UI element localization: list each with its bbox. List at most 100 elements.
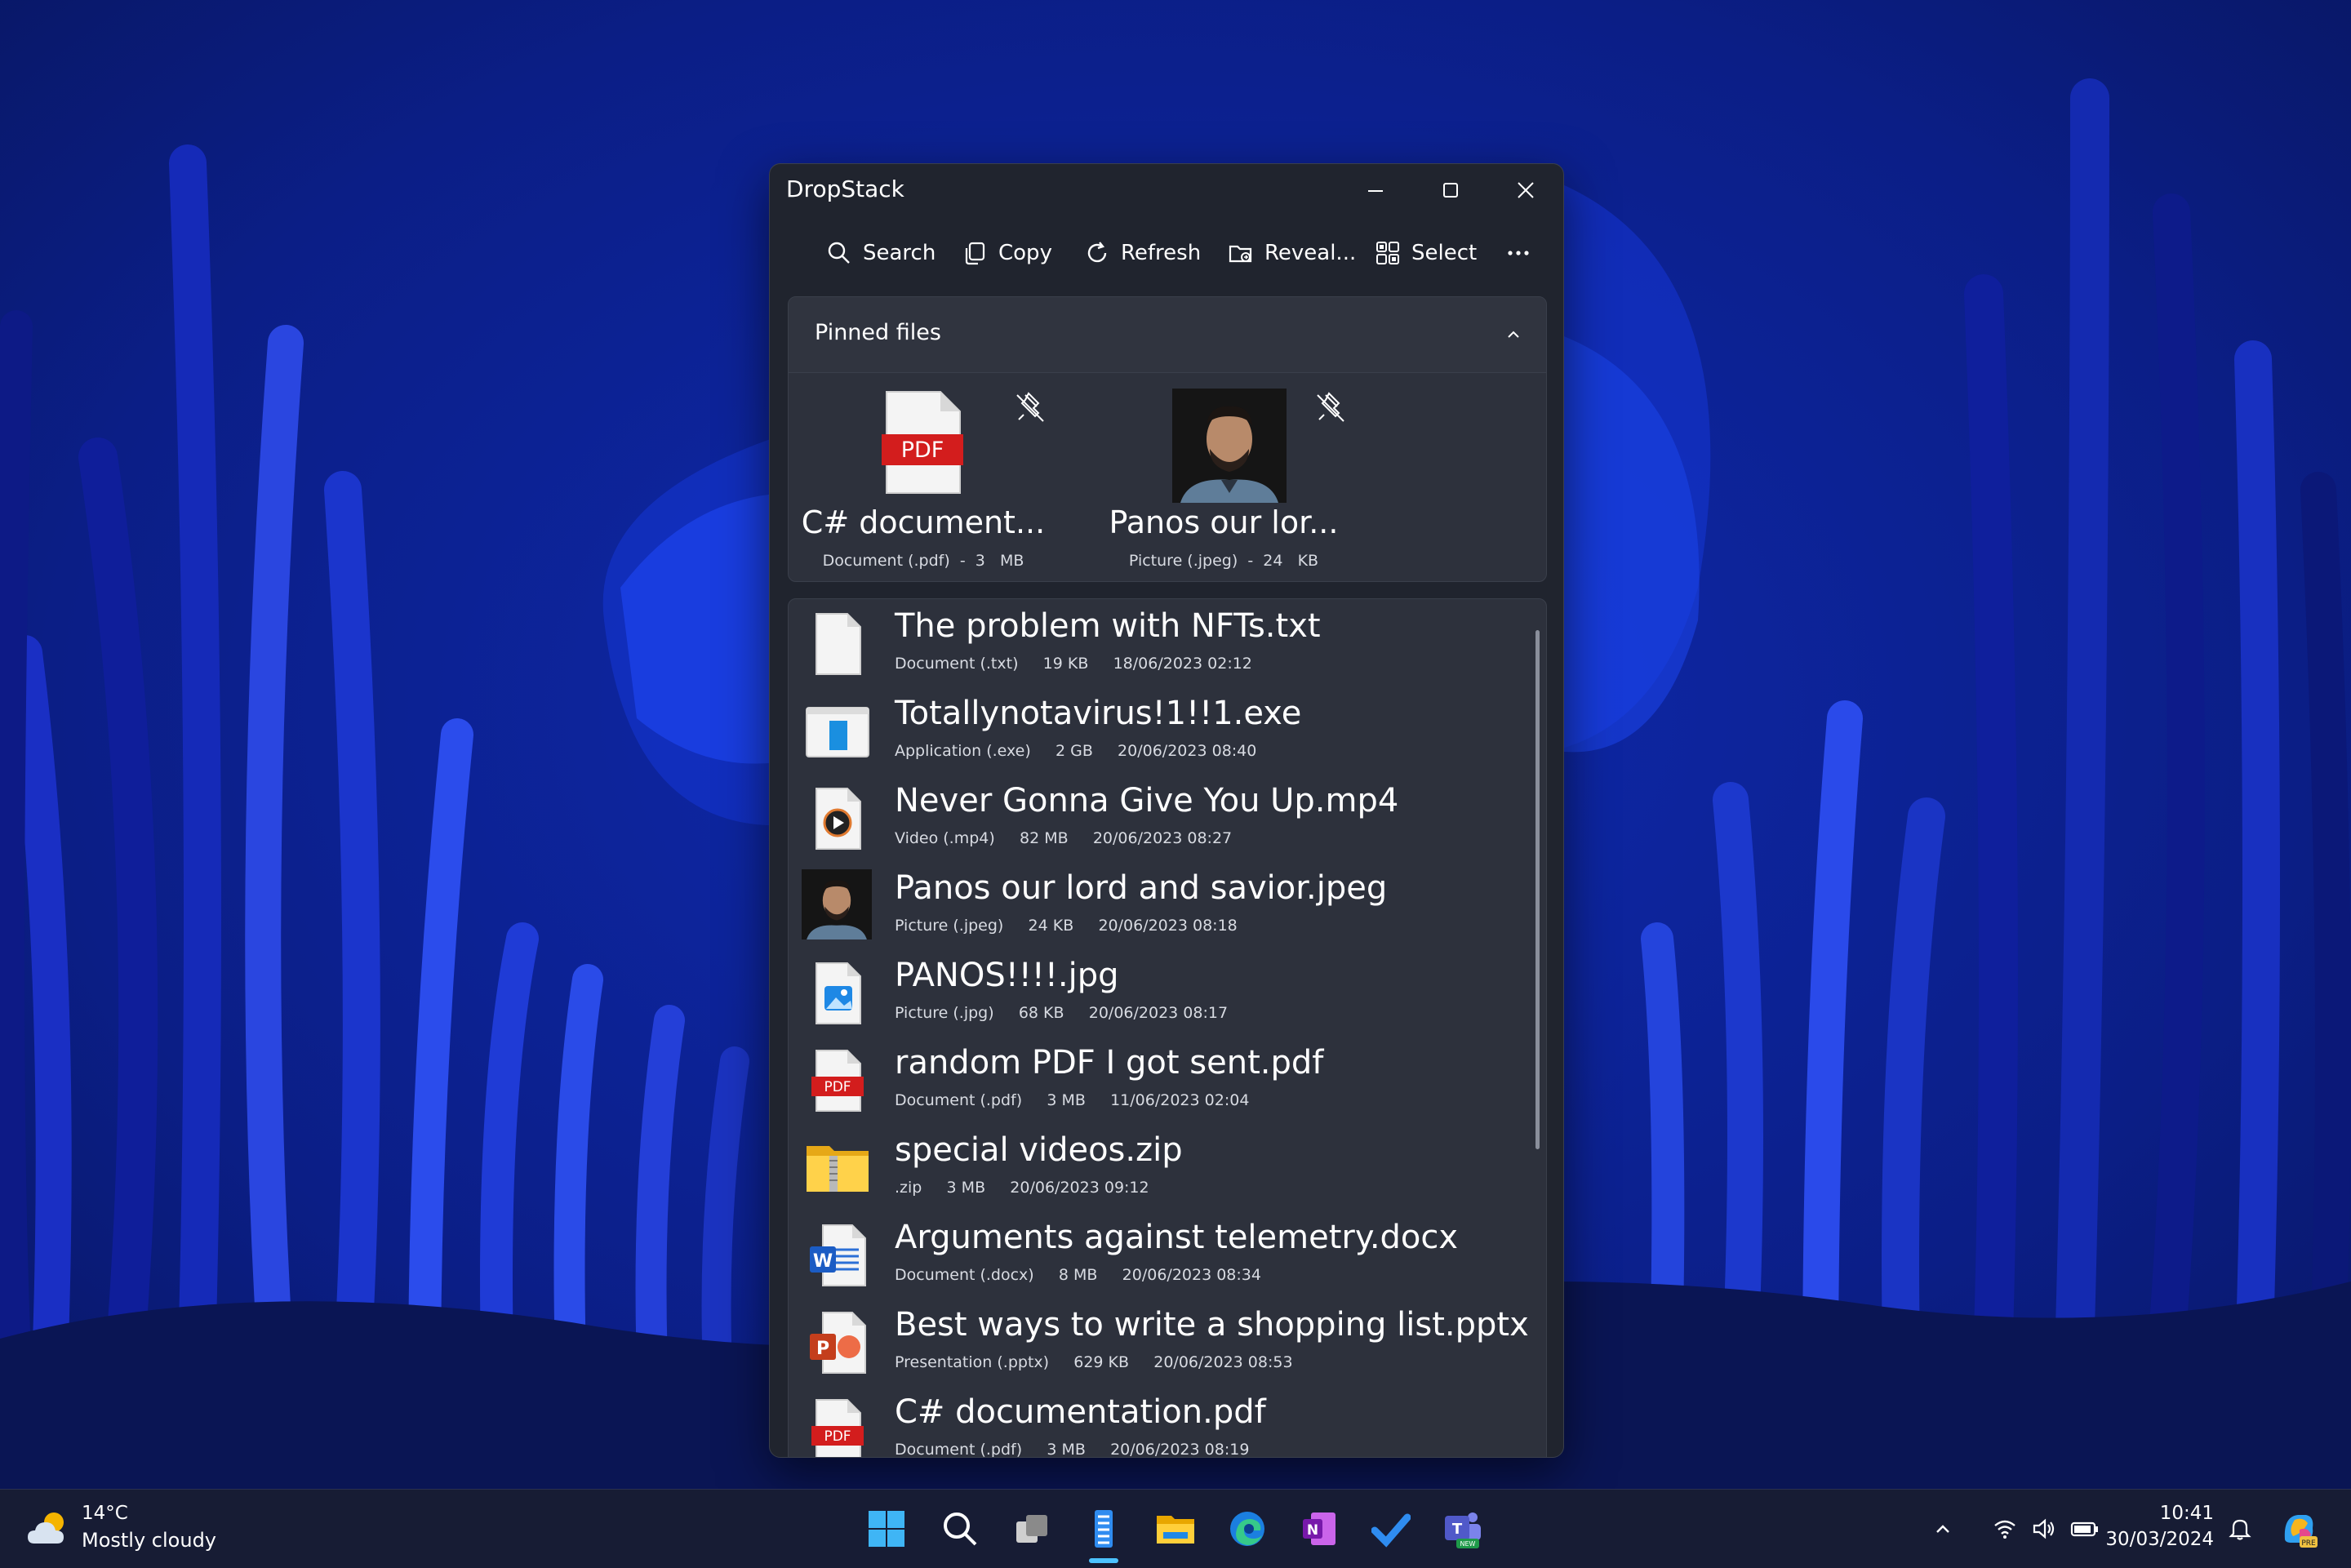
copilot-icon: PRE (2284, 1515, 2318, 1548)
edge-button[interactable] (1221, 1503, 1273, 1555)
copy-label: Copy (998, 241, 1052, 265)
search-button[interactable]: Search (825, 229, 936, 277)
chevron-up-icon (1936, 1525, 1949, 1533)
title-bar[interactable]: DropStack (770, 164, 1563, 216)
search-icon (828, 242, 850, 264)
word-file-icon: W (810, 1224, 866, 1286)
reveal-label: Reveal... (1264, 241, 1357, 265)
edge-icon (1230, 1512, 1264, 1546)
app-title: DropStack (786, 175, 904, 202)
teams-icon: T NEW (1445, 1512, 1481, 1548)
pinned-file-card[interactable]: Panos our lor... Picture (.jpeg) - 24 KB (1089, 382, 1358, 575)
pdf-icon: PDF (882, 391, 963, 494)
svg-text:PDF: PDF (824, 1079, 851, 1095)
bell-icon (2229, 1519, 2251, 1540)
start-button[interactable] (860, 1503, 913, 1555)
weather-temperature: 14°C (82, 1503, 128, 1524)
notifications-button[interactable] (2215, 1503, 2264, 1555)
search-icon (944, 1512, 977, 1546)
pdf-icon: PDF (811, 1399, 864, 1457)
file-meta: Presentation (.pptx) 629 KB 20/06/2023 0… (895, 1353, 1293, 1371)
list-item[interactable]: Never Gonna Give You Up.mp4 Video (.mp4)… (789, 774, 1546, 861)
list-item[interactable]: Totallynotavirus!1!!1.exe Application (.… (789, 686, 1546, 774)
video-file-icon (816, 788, 861, 850)
pinned-files-header[interactable]: Pinned files (789, 297, 1546, 373)
unpin-icon[interactable] (1311, 387, 1352, 428)
todo-button[interactable] (1365, 1503, 1417, 1555)
svg-text:W: W (813, 1251, 833, 1272)
reveal-button[interactable]: Reveal... (1227, 229, 1356, 277)
taskbar-search-button[interactable] (934, 1503, 986, 1555)
file-name: PANOS!!!!.jpg (895, 957, 1119, 994)
list-item[interactable]: PANOS!!!!.jpg Picture (.jpg) 68 KB 20/06… (789, 948, 1546, 1036)
text-file-icon (816, 613, 861, 675)
close-button[interactable] (1488, 164, 1563, 216)
list-item[interactable]: Panos our lord and savior.jpeg Picture (… (789, 861, 1546, 948)
pinned-files-title: Pinned files (815, 320, 941, 345)
scrollbar[interactable] (1535, 630, 1540, 1149)
more-options-button[interactable] (1504, 229, 1532, 277)
files-list[interactable]: The problem with NFTs.txt Document (.txt… (788, 598, 1547, 1458)
task-view-button[interactable] (1006, 1503, 1058, 1555)
copilot-button[interactable]: PRE (2273, 1503, 2325, 1555)
pinned-file-meta: Document (.pdf) - 3 MB (822, 552, 1024, 570)
file-name: special videos.zip (895, 1131, 1183, 1169)
svg-text:P: P (816, 1339, 829, 1359)
toolbar: Search Copy Refresh Reveal... Select (770, 223, 1563, 283)
refresh-label: Refresh (1121, 241, 1202, 265)
file-meta: Document (.pdf) 3 MB 11/06/2023 02:04 (895, 1091, 1250, 1109)
pinned-file-card[interactable]: PDF C# document... Document (.pdf) - 3 M… (789, 382, 1058, 575)
file-meta: Document (.txt) 19 KB 18/06/2023 02:12 (895, 655, 1252, 673)
svg-text:T: T (1452, 1521, 1463, 1538)
active-app-indicator (1089, 1558, 1118, 1563)
file-meta: Document (.pdf) 3 MB 20/06/2023 08:19 (895, 1441, 1250, 1458)
pinned-file-name: C# document... (801, 504, 1046, 540)
clock[interactable]: 10:41 30/03/2024 (2090, 1490, 2220, 1568)
pinned-file-meta: Picture (.jpeg) - 24 KB (1128, 552, 1319, 570)
select-button[interactable]: Select (1374, 229, 1477, 277)
teams-button[interactable]: T NEW (1437, 1503, 1489, 1555)
list-item[interactable]: P Best ways to write a shopping list.ppt… (789, 1298, 1546, 1385)
chevron-up-icon[interactable] (1502, 323, 1525, 346)
list-item[interactable]: The problem with NFTs.txt Document (.txt… (789, 599, 1546, 686)
file-meta: .zip 3 MB 20/06/2023 09:12 (895, 1179, 1149, 1197)
list-item[interactable]: special videos.zip .zip 3 MB 20/06/2023 … (789, 1123, 1546, 1210)
file-name: Totallynotavirus!1!!1.exe (895, 695, 1302, 732)
svg-text:NEW: NEW (1460, 1540, 1476, 1548)
list-item[interactable]: PDF C# documentation.pdf Document (.pdf)… (789, 1385, 1546, 1458)
file-name: The problem with NFTs.txt (895, 607, 1321, 645)
taskbar: 14°C Mostly cloudy N T NEW 10:41 30/03/2… (0, 1489, 2351, 1568)
dropstack-taskbar-button[interactable] (1078, 1503, 1130, 1555)
dropstack-app-icon (1095, 1510, 1113, 1548)
file-name: Arguments against telemetry.docx (895, 1219, 1459, 1256)
unpin-icon[interactable] (1011, 387, 1051, 428)
onenote-button[interactable]: N (1293, 1503, 1345, 1555)
task-view-icon (1016, 1515, 1047, 1543)
weather-widget[interactable]: 14°C Mostly cloudy (0, 1490, 229, 1568)
pinned-files-panel: Pinned files PDF C# document... Document… (788, 296, 1547, 582)
refresh-button[interactable]: Refresh (1083, 229, 1201, 277)
tray-overflow-button[interactable] (1918, 1503, 1967, 1555)
copy-button[interactable]: Copy (961, 229, 1052, 277)
dropstack-window: DropStack Search Copy Refresh Reveal... (769, 163, 1564, 1458)
list-item[interactable]: PDF random PDF I got sent.pdf Document (… (789, 1036, 1546, 1123)
maximize-button[interactable] (1413, 164, 1488, 216)
file-explorer-icon (1157, 1516, 1194, 1544)
file-meta: Application (.exe) 2 GB 20/06/2023 08:40 (895, 742, 1257, 760)
todo-icon (1371, 1513, 1411, 1548)
svg-text:PDF: PDF (824, 1428, 851, 1445)
zip-folder-icon (807, 1146, 869, 1192)
volume-icon (2033, 1518, 2055, 1539)
clock-time: 10:41 (2159, 1503, 2214, 1524)
file-meta: Picture (.jpg) 68 KB 20/06/2023 08:17 (895, 1004, 1229, 1022)
pdf-icon: PDF (811, 1050, 864, 1112)
file-name: random PDF I got sent.pdf (895, 1044, 1324, 1082)
select-multiple-icon (1376, 242, 1399, 264)
list-item[interactable]: W Arguments against telemetry.docx Docum… (789, 1210, 1546, 1298)
clock-date: 30/03/2024 (2105, 1529, 2214, 1550)
file-explorer-button[interactable] (1149, 1503, 1202, 1555)
minimize-button[interactable] (1338, 164, 1413, 216)
svg-text:PDF: PDF (901, 438, 944, 463)
close-icon (1518, 182, 1534, 198)
file-meta: Video (.mp4) 82 MB 20/06/2023 08:27 (895, 829, 1233, 847)
